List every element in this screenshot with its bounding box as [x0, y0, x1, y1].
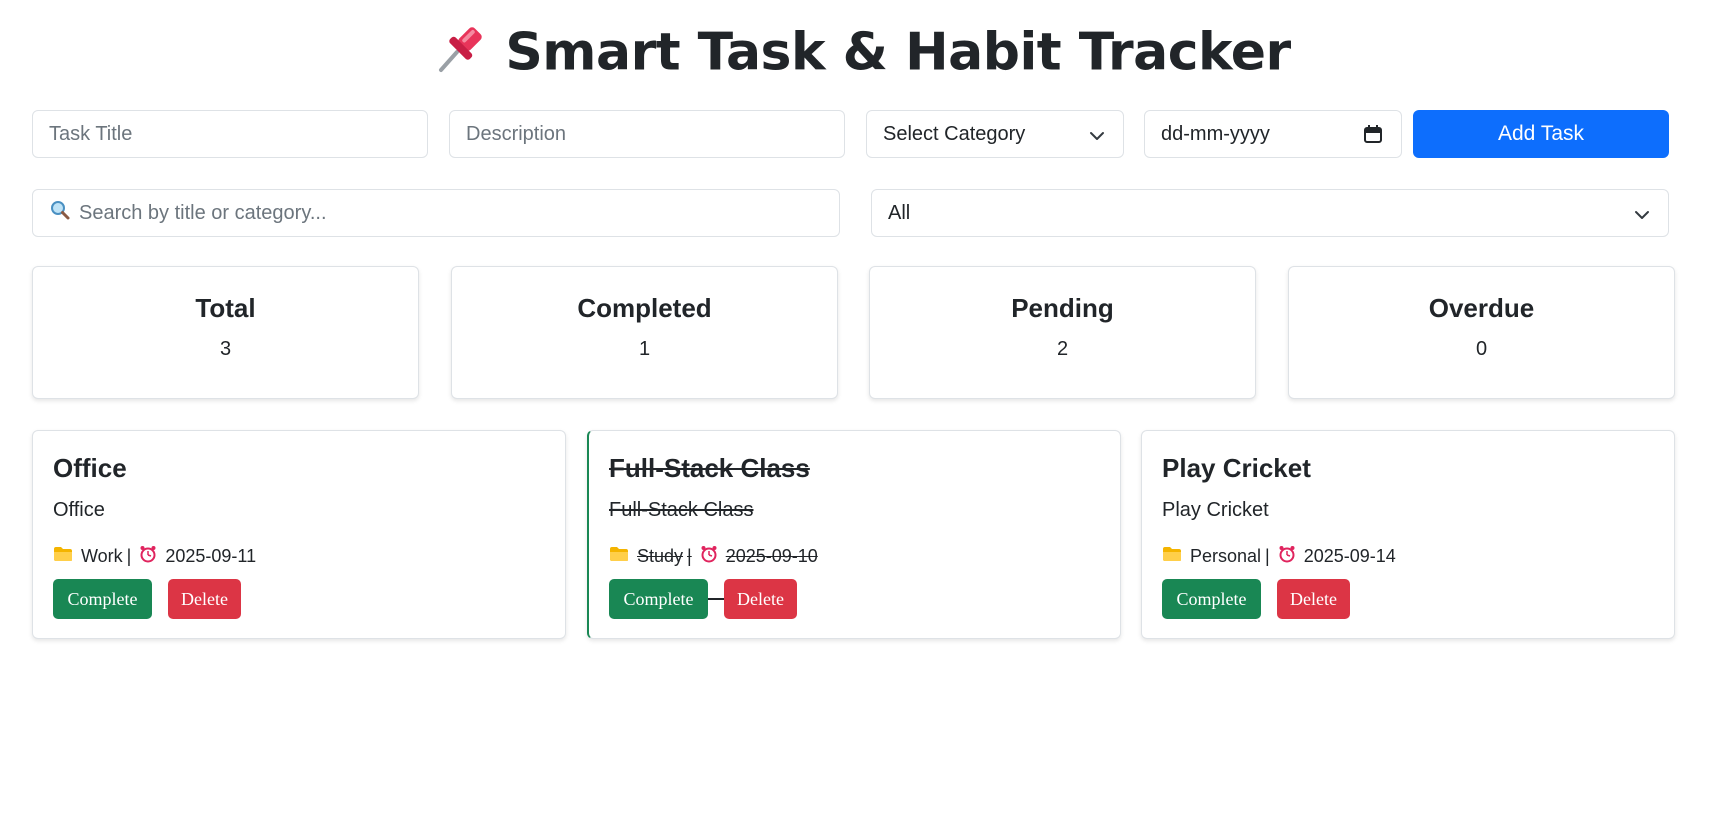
complete-button[interactable]: Complete	[1162, 579, 1261, 619]
stat-value: 0	[1475, 338, 1488, 360]
task-title: Full-Stack Class	[609, 453, 810, 483]
alarm-clock-icon	[700, 545, 718, 568]
task-meta: Study | 2025-09-10	[609, 545, 818, 568]
category-select[interactable]: Select Category	[866, 110, 1124, 158]
add-task-button[interactable]: Add Task	[1413, 110, 1669, 158]
task-card-completed: Full-Stack Class Full-Stack Class Study |…	[587, 430, 1121, 639]
stat-label: Pending	[1011, 293, 1114, 323]
complete-button[interactable]: Complete	[609, 579, 708, 619]
description-placeholder: Description	[466, 122, 567, 145]
description-input[interactable]: Description	[449, 110, 845, 158]
status-filter-value: All	[888, 201, 911, 224]
page-title-text: Smart Task & Habit Tracker	[505, 22, 1291, 83]
stat-card-pending: Pending 2	[869, 266, 1256, 399]
task-title: Office	[53, 453, 127, 483]
task-category: Work	[81, 546, 123, 566]
stat-label: Total	[195, 293, 256, 323]
stat-card-completed: Completed 1	[451, 266, 838, 399]
task-category: Personal	[1190, 546, 1262, 566]
stat-value: 2	[1056, 338, 1069, 360]
stat-card-overdue: Overdue 0	[1288, 266, 1675, 399]
task-card: Office Office Work | 2025-09-11 Complete …	[32, 430, 566, 639]
delete-button[interactable]: Delete	[1277, 579, 1350, 619]
task-title-input[interactable]: Task Title	[32, 110, 428, 158]
folder-icon	[609, 546, 629, 567]
delete-button[interactable]: Delete	[168, 579, 241, 619]
due-date-placeholder: dd-mm-yyyy	[1161, 122, 1270, 145]
stat-value: 3	[219, 338, 232, 360]
search-placeholder: Search by title or category...	[79, 201, 327, 224]
pushpin-icon	[433, 22, 487, 89]
alarm-clock-icon	[139, 545, 157, 568]
delete-button[interactable]: Delete	[724, 579, 797, 619]
category-select-value: Select Category	[883, 122, 1026, 145]
task-due-date: 2025-09-11	[165, 546, 257, 566]
status-filter-select[interactable]: All	[871, 189, 1669, 237]
complete-button[interactable]: Complete	[53, 579, 152, 619]
task-description: Play Cricket	[1162, 499, 1269, 521]
task-description: Office	[53, 499, 105, 521]
search-icon	[49, 199, 71, 227]
page-title: Smart Task & Habit Tracker	[0, 22, 1724, 89]
task-meta: Personal | 2025-09-14	[1162, 545, 1396, 568]
task-description: Full-Stack Class	[609, 499, 754, 521]
stat-value: 1	[638, 338, 651, 360]
folder-icon	[1162, 546, 1182, 567]
search-input[interactable]: Search by title or category...	[32, 189, 840, 237]
task-title: Play Cricket	[1162, 453, 1311, 483]
task-card: Play Cricket Play Cricket Personal | 2025…	[1141, 430, 1675, 639]
task-due-date: 2025-09-14	[1303, 546, 1396, 566]
stat-card-total: Total 3	[32, 266, 419, 399]
chevron-down-icon	[1634, 206, 1650, 229]
task-meta: Work | 2025-09-11	[53, 545, 256, 568]
alarm-clock-icon	[1278, 545, 1296, 568]
chevron-down-icon	[1089, 127, 1105, 150]
calendar-icon[interactable]	[1363, 124, 1383, 150]
due-date-input[interactable]: dd-mm-yyyy	[1144, 110, 1402, 158]
folder-icon	[53, 546, 73, 567]
task-category: Study	[637, 546, 684, 566]
stat-label: Overdue	[1428, 293, 1535, 323]
task-title-placeholder: Task Title	[49, 122, 133, 145]
stat-label: Completed	[577, 293, 712, 323]
task-due-date: 2025-09-10	[725, 546, 818, 566]
